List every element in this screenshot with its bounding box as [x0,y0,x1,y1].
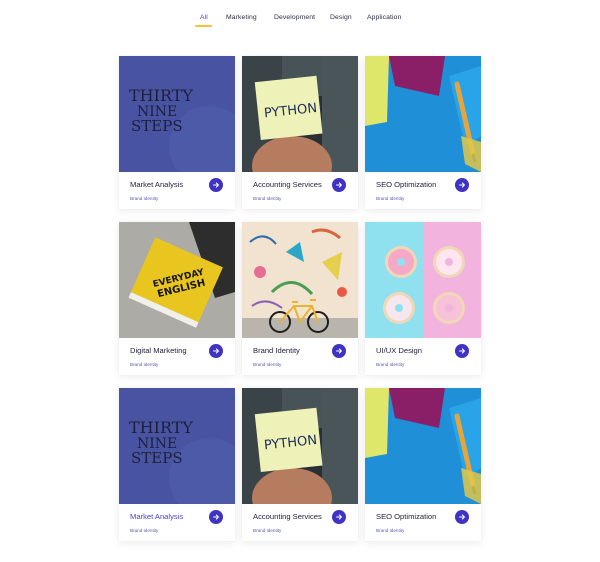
card-image-everyday-english-book: EVERYDAY ENGLISH [119,222,235,338]
portfolio-card[interactable]: THIRTY NINE STEPS Market Analysis Brand … [119,56,235,209]
card-title[interactable]: Accounting Services [253,180,322,189]
portfolio-card[interactable]: THIRTY NINE STEPS Market Analysis Brand … [119,388,235,541]
card-subtitle: Brand Identity [253,528,282,533]
arrow-right-icon [459,182,465,188]
tab-design[interactable]: Design [330,14,352,21]
arrow-right-icon [213,514,219,520]
card-title[interactable]: SEO Optimization [376,512,436,521]
card-subtitle: Brand Identity [253,196,282,201]
image-text: THIRTY [129,86,193,105]
card-arrow-button[interactable] [455,178,469,192]
card-title[interactable]: Brand Identity [253,346,300,355]
card-title[interactable]: Market Analysis [130,512,183,521]
arrow-right-icon [336,514,342,520]
card-arrow-button[interactable] [209,344,223,358]
card-subtitle: Brand Identity [130,362,159,367]
tab-marketing[interactable]: Marketing [226,14,257,21]
card-image-donuts [365,222,481,338]
card-subtitle: Brand Identity [130,196,159,201]
card-subtitle: Brand Identity [376,362,405,367]
image-text: THIRTY [129,418,193,437]
card-title[interactable]: Market Analysis [130,180,183,189]
card-arrow-button[interactable] [332,178,346,192]
card-title[interactable]: SEO Optimization [376,180,436,189]
card-image-bicycle-mural [242,222,358,338]
image-text: STEPS [131,449,183,467]
arrow-right-icon [459,514,465,520]
tab-development[interactable]: Development [274,14,315,21]
arrow-right-icon [459,348,465,354]
portfolio-card[interactable]: PYTHON Accounting Services Brand Identit… [242,388,358,541]
card-title[interactable]: UI/UX Design [376,346,422,355]
portfolio-card[interactable]: SEO Optimization Brand Identity [365,388,481,541]
card-subtitle: Brand Identity [253,362,282,367]
portfolio-card[interactable]: SEO Optimization Brand Identity [365,56,481,209]
portfolio-grid: THIRTY NINE STEPS Market Analysis Brand … [119,56,481,546]
arrow-right-icon [336,348,342,354]
tab-all[interactable]: All [200,14,208,21]
filter-tabs: All Marketing Development Design Applica… [0,14,600,30]
arrow-right-icon [336,182,342,188]
card-arrow-button[interactable] [455,510,469,524]
arrow-right-icon [213,348,219,354]
portfolio-card[interactable]: EVERYDAY ENGLISH Digital Marketing Brand… [119,222,235,375]
portfolio-card[interactable]: UI/UX Design Brand Identity [365,222,481,375]
image-text: STEPS [131,117,183,135]
portfolio-card[interactable]: PYTHON Accounting Services Brand Identit… [242,56,358,209]
card-image-thirty-nine-steps: THIRTY NINE STEPS [119,56,235,172]
tab-application[interactable]: Application [367,14,401,21]
portfolio-card[interactable]: Brand Identity Brand Identity [242,222,358,375]
arrow-right-icon [213,182,219,188]
card-image-python-sticky-note: PYTHON [242,388,358,504]
card-subtitle: Brand Identity [130,528,159,533]
active-tab-underline [195,25,212,27]
card-image-thirty-nine-steps: THIRTY NINE STEPS [119,388,235,504]
card-arrow-button[interactable] [332,344,346,358]
card-arrow-button[interactable] [332,510,346,524]
card-image-python-sticky-note: PYTHON [242,56,358,172]
card-image-blue-desk-pencil [365,388,481,504]
card-arrow-button[interactable] [455,344,469,358]
card-subtitle: Brand Identity [376,196,405,201]
card-title[interactable]: Accounting Services [253,512,322,521]
card-subtitle: Brand Identity [376,528,405,533]
card-arrow-button[interactable] [209,510,223,524]
card-arrow-button[interactable] [209,178,223,192]
card-image-blue-desk-pencil [365,56,481,172]
card-title[interactable]: Digital Marketing [130,346,187,355]
